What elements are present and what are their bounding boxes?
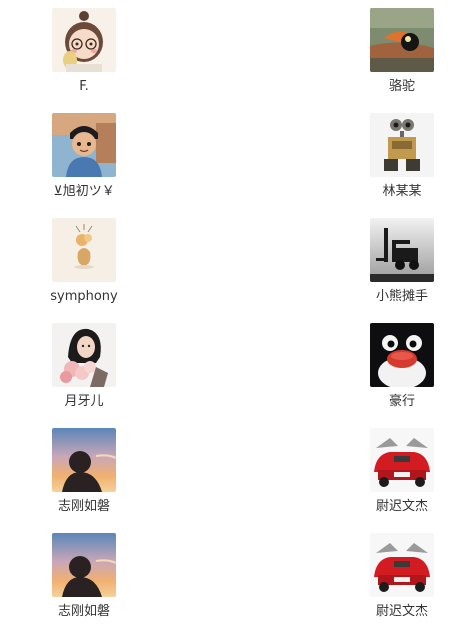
contact-name: 尉迟文杰 bbox=[375, 499, 428, 514]
contact-name: symphony bbox=[50, 289, 118, 304]
sunset-silhouette-avatar-icon bbox=[52, 533, 116, 597]
contact-name: 小熊摊手 bbox=[375, 289, 428, 304]
contact-name: 林某某 bbox=[382, 184, 422, 199]
contact-name: 志刚如磐 bbox=[57, 604, 110, 619]
contact-name: ⊻旭初ツ￥ bbox=[53, 184, 115, 199]
girl-with-flowers-avatar-icon bbox=[52, 323, 116, 387]
contact-card-right-3[interactable]: 小熊摊手 bbox=[347, 218, 456, 318]
flower-vase-avatar-icon bbox=[52, 218, 116, 282]
contact-name: 豪行 bbox=[388, 394, 415, 409]
contact-card-left-1[interactable]: F. bbox=[29, 8, 139, 108]
sunset-silhouette-avatar-icon bbox=[52, 428, 116, 492]
contact-name: 志刚如磐 bbox=[57, 499, 110, 514]
cartoon-girl-avatar-icon bbox=[52, 8, 116, 72]
contact-card-right-5[interactable]: 尉迟文杰 bbox=[347, 428, 456, 528]
contact-card-left-6[interactable]: 志刚如磐 bbox=[29, 533, 139, 633]
contact-card-left-5[interactable]: 志刚如磐 bbox=[29, 428, 139, 528]
forklift-avatar-icon bbox=[370, 218, 434, 282]
contact-card-left-3[interactable]: symphony bbox=[29, 218, 139, 318]
contact-card-left-4[interactable]: 月牙儿 bbox=[29, 323, 139, 423]
contact-name: 骆驼 bbox=[388, 79, 415, 94]
contact-card-right-6[interactable]: 尉迟文杰 bbox=[347, 533, 456, 633]
contact-grid: F. ⊻旭初ツ￥ symphony 月牙儿 志刚如磐 志刚如磐 骆驼 林某某 小… bbox=[0, 0, 456, 623]
contact-card-right-1[interactable]: 骆驼 bbox=[347, 8, 456, 108]
contact-card-right-2[interactable]: 林某某 bbox=[347, 113, 456, 213]
penguin-avatar-icon bbox=[370, 323, 434, 387]
contact-name: F. bbox=[79, 79, 89, 94]
red-sports-car-avatar-icon bbox=[370, 533, 434, 597]
contact-name: 尉迟文杰 bbox=[375, 604, 428, 619]
contact-name: 月牙儿 bbox=[64, 394, 104, 409]
cartoon-boy-avatar-icon bbox=[52, 113, 116, 177]
contact-card-left-2[interactable]: ⊻旭初ツ￥ bbox=[29, 113, 139, 213]
toucan-avatar-icon bbox=[370, 8, 434, 72]
contact-card-right-4[interactable]: 豪行 bbox=[347, 323, 456, 423]
red-sports-car-avatar-icon bbox=[370, 428, 434, 492]
robot-avatar-icon bbox=[370, 113, 434, 177]
